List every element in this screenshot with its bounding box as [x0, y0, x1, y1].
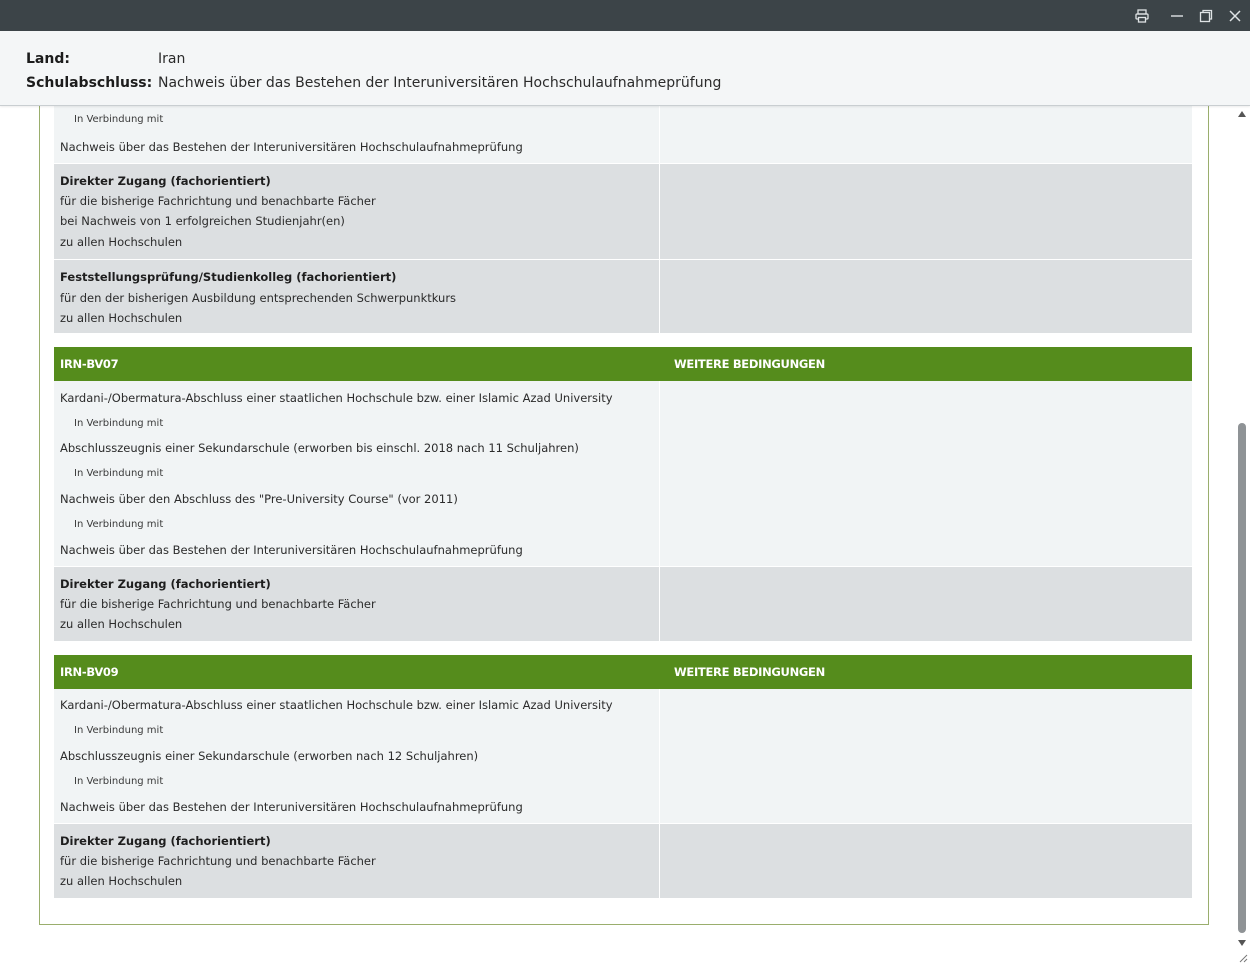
connector-text: In Verbindung mit	[74, 776, 164, 787]
scroll-down-arrow-icon[interactable]	[1238, 940, 1246, 946]
connector-text: In Verbindung mit	[74, 468, 164, 479]
content-scroll-area[interactable]: In Verbindung mit Nachweis über das Best…	[0, 105, 1234, 965]
section-code: IRN-BV09	[60, 665, 119, 679]
section-code: IRN-BV07	[60, 357, 119, 371]
conditions-cell	[660, 381, 1192, 566]
table-row: Direkter Zugang (fachorientiert) für die…	[54, 164, 1192, 259]
conditions-cell	[660, 105, 1192, 163]
schulabschluss-label: Schulabschluss:	[26, 75, 153, 91]
schulabschluss-value: Nachweis über das Bestehen der Interuniv…	[158, 75, 722, 91]
access-cell: Direkter Zugang (fachorientiert) für die…	[54, 824, 659, 898]
section-conditions-heading: WEITERE BEDINGUNGEN	[674, 357, 825, 371]
requirement-text: Nachweis über das Bestehen der Interuniv…	[60, 140, 523, 154]
resize-grip-icon[interactable]	[1238, 953, 1248, 963]
table-row: In Verbindung mit Nachweis über das Best…	[54, 105, 1192, 163]
requirement-text: Abschlusszeugnis einer Sekundarschule (e…	[60, 749, 479, 763]
access-line: zu allen Hochschulen	[60, 311, 183, 325]
requirement-cell: Kardani-/Obermatura-Abschluss einer staa…	[54, 689, 659, 823]
access-line: für die bisherige Fachrichtung und benac…	[60, 854, 376, 868]
minimize-icon[interactable]	[1166, 5, 1188, 27]
access-line: für die bisherige Fachrichtung und benac…	[60, 597, 376, 611]
table-row: Direkter Zugang (fachorientiert) für die…	[54, 824, 1192, 898]
scroll-up-arrow-icon[interactable]	[1238, 111, 1246, 117]
access-line: für die bisherige Fachrichtung und benac…	[60, 194, 376, 208]
scrollbar-thumb[interactable]	[1238, 423, 1246, 933]
access-line: für den der bisherigen Ausbildung entspr…	[60, 291, 457, 305]
access-title: Feststellungsprüfung/Studienkolleg (fach…	[60, 270, 397, 284]
access-cell: Direkter Zugang (fachorientiert) für die…	[54, 164, 659, 259]
table-row: Kardani-/Obermatura-Abschluss einer staa…	[54, 689, 1192, 823]
info-header: Land: Iran Schulabschluss: Nachweis über…	[0, 31, 1250, 106]
window-titlebar	[0, 0, 1250, 31]
section-header-bv09: IRN-BV09 WEITERE BEDINGUNGEN	[54, 655, 1192, 689]
connector-text: In Verbindung mit	[74, 519, 164, 530]
access-title: Direkter Zugang (fachorientiert)	[60, 577, 271, 591]
access-line: zu allen Hochschulen	[60, 617, 183, 631]
vertical-scrollbar[interactable]	[1235, 105, 1250, 965]
conditions-cell	[660, 164, 1192, 259]
section-header-bv07: IRN-BV07 WEITERE BEDINGUNGEN	[54, 347, 1192, 381]
requirement-text: Kardani-/Obermatura-Abschluss einer staa…	[60, 698, 613, 712]
section-conditions-heading: WEITERE BEDINGUNGEN	[674, 665, 825, 679]
requirement-text: Nachweis über den Abschluss des "Pre-Uni…	[60, 492, 458, 506]
connector-text: In Verbindung mit	[74, 418, 164, 429]
close-icon[interactable]	[1224, 5, 1246, 27]
requirement-cell: Kardani-/Obermatura-Abschluss einer staa…	[54, 381, 659, 566]
land-label: Land:	[26, 51, 70, 67]
restore-icon[interactable]	[1195, 5, 1217, 27]
connector-text: In Verbindung mit	[74, 114, 164, 125]
access-line: zu allen Hochschulen	[60, 874, 183, 888]
requirement-text: Nachweis über das Bestehen der Interuniv…	[60, 543, 523, 557]
requirement-cell: In Verbindung mit Nachweis über das Best…	[54, 105, 659, 163]
conditions-cell	[660, 689, 1192, 823]
table-row: Direkter Zugang (fachorientiert) für die…	[54, 567, 1192, 641]
requirement-text: Nachweis über das Bestehen der Interuniv…	[60, 800, 523, 814]
requirement-text: Kardani-/Obermatura-Abschluss einer staa…	[60, 391, 613, 405]
access-cell: Direkter Zugang (fachorientiert) für die…	[54, 567, 659, 641]
access-line: bei Nachweis von 1 erfolgreichen Studien…	[60, 214, 345, 228]
access-line: zu allen Hochschulen	[60, 235, 183, 249]
requirement-text: Abschlusszeugnis einer Sekundarschule (e…	[60, 441, 579, 455]
table-row: Feststellungsprüfung/Studienkolleg (fach…	[54, 260, 1192, 333]
access-cell: Feststellungsprüfung/Studienkolleg (fach…	[54, 260, 659, 333]
access-title: Direkter Zugang (fachorientiert)	[60, 174, 271, 188]
table-row: Kardani-/Obermatura-Abschluss einer staa…	[54, 381, 1192, 566]
connector-text: In Verbindung mit	[74, 725, 164, 736]
access-title: Direkter Zugang (fachorientiert)	[60, 834, 271, 848]
conditions-cell	[660, 260, 1192, 333]
land-value: Iran	[158, 51, 186, 67]
conditions-cell	[660, 824, 1192, 898]
conditions-cell	[660, 567, 1192, 641]
printer-icon[interactable]	[1131, 5, 1153, 27]
